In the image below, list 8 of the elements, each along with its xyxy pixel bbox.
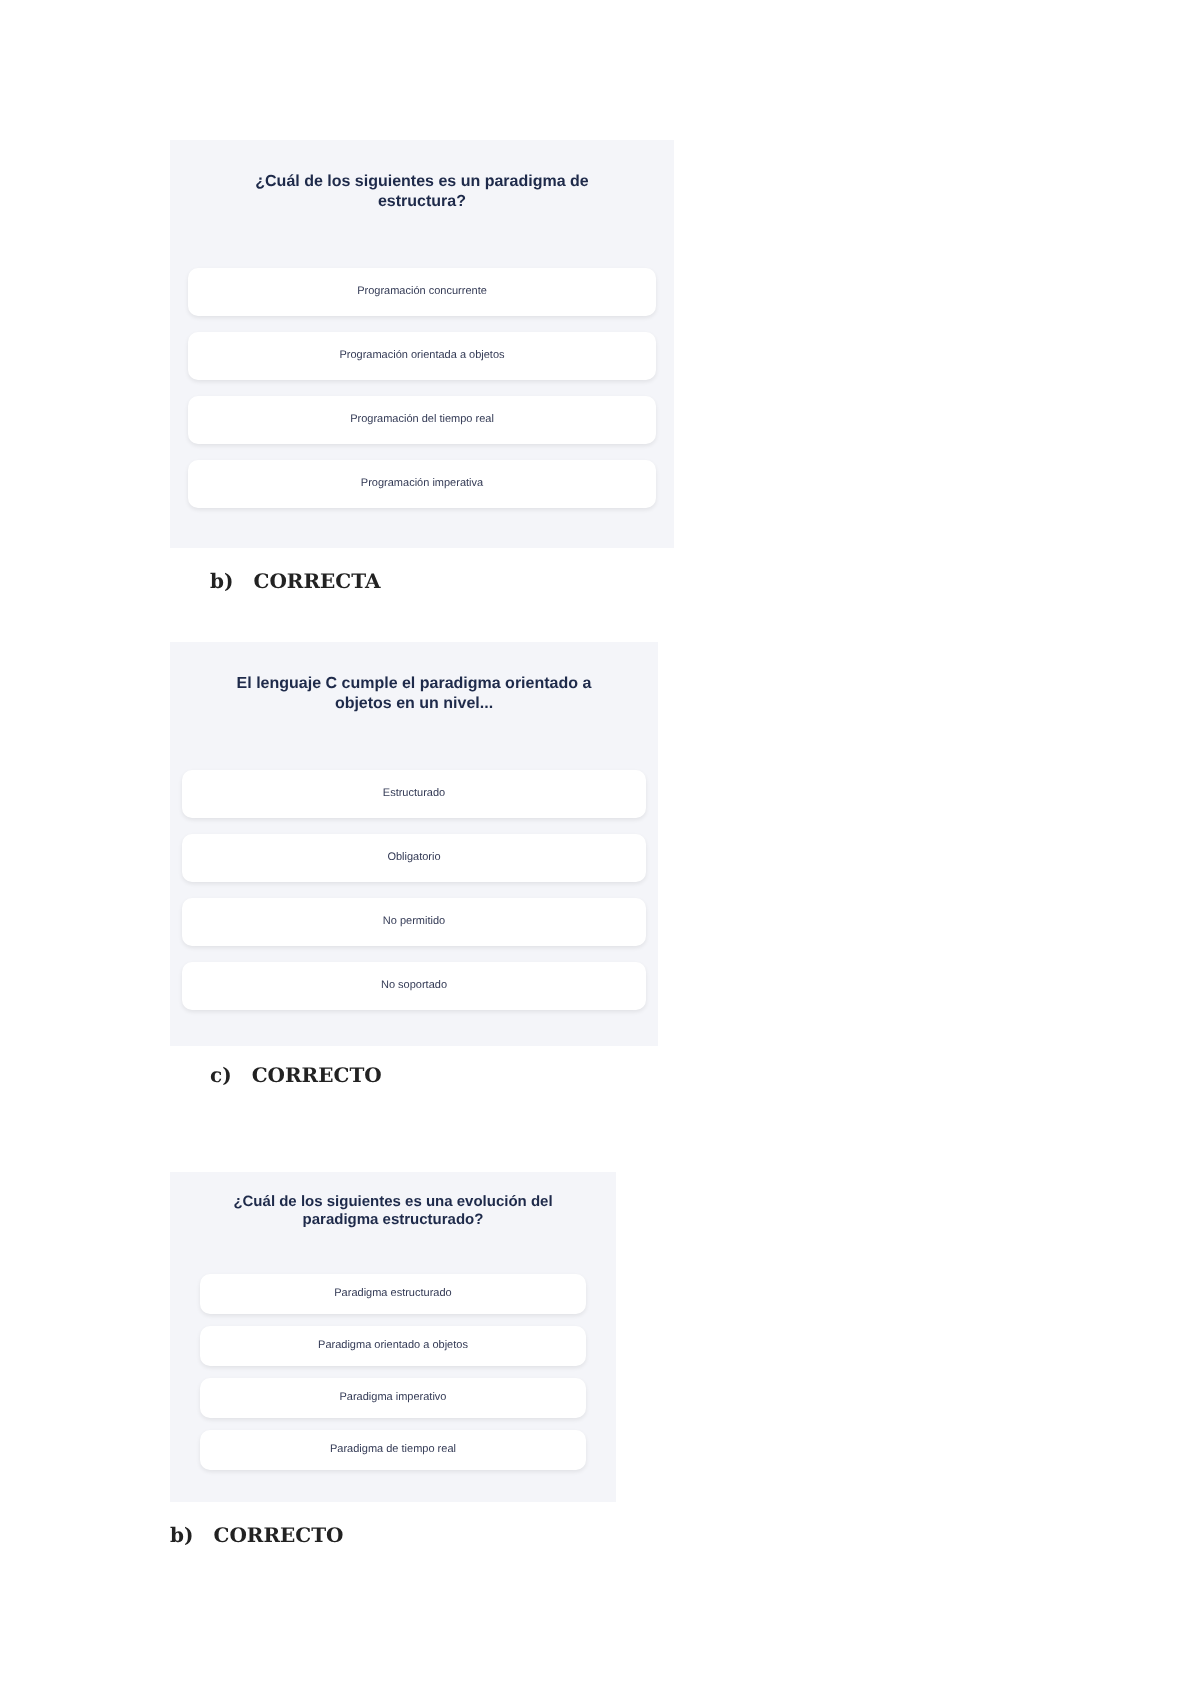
answer-verdict: CORRECTO [251, 1064, 382, 1092]
answer-letter: c) [210, 1064, 232, 1092]
answer-verdict: CORRECTO [213, 1524, 344, 1552]
question-text: El lenguaje C cumple el paradigma orientado a objetos en un nivel... [234, 674, 594, 714]
question-text: ¿Cuál de los siguientes es un paradigma de estructura? [253, 172, 591, 212]
answer-letter: b) [210, 570, 234, 598]
answer-letter: b) [170, 1524, 194, 1552]
answer-verdict: CORRECTA [253, 570, 381, 598]
